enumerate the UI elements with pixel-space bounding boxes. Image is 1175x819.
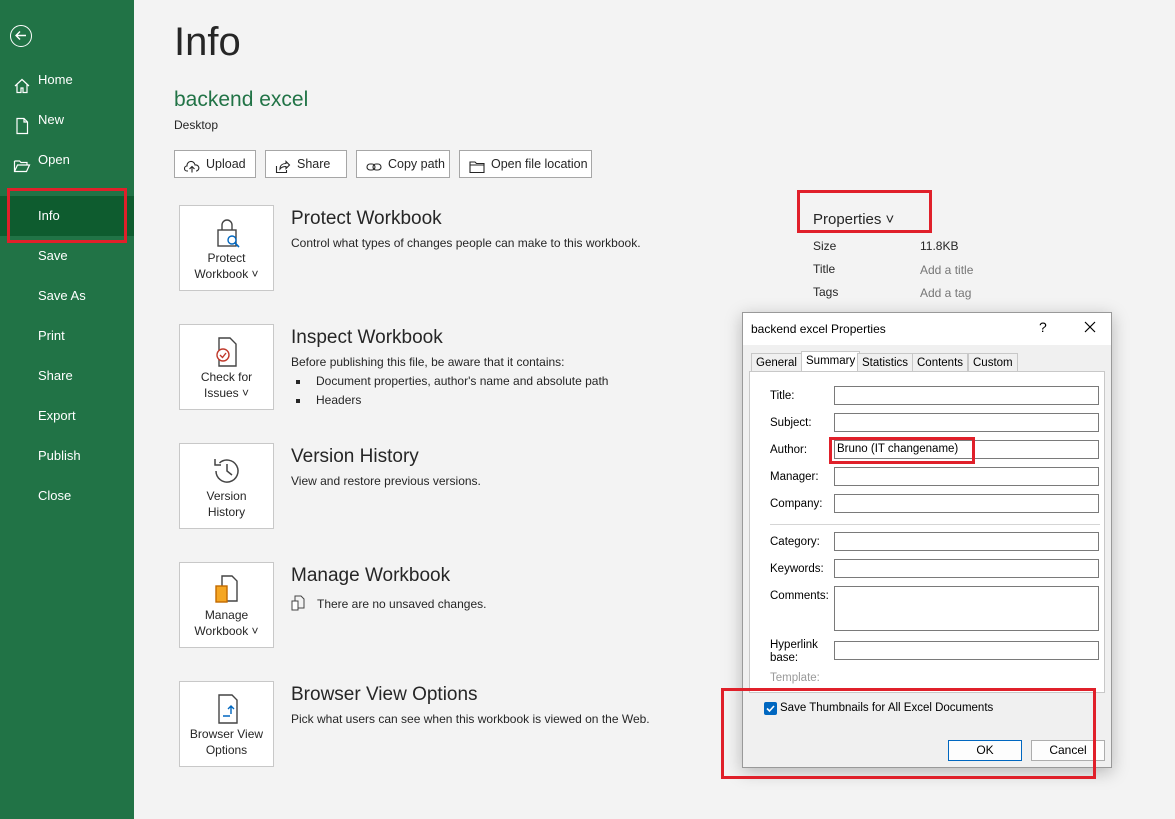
tab-custom[interactable]: Custom — [968, 353, 1018, 371]
file-location: Desktop — [174, 118, 219, 132]
back-arrow-icon[interactable] — [10, 25, 32, 47]
sidebar-item-print[interactable]: Print — [0, 316, 134, 356]
sidebar-item-home[interactable]: Home — [0, 60, 134, 100]
sidebar-item-save-as[interactable]: Save As — [0, 276, 134, 316]
close-icon[interactable] — [1081, 318, 1099, 336]
annotation-box-properties — [797, 190, 932, 233]
manage-workbook-tile[interactable]: Manage Workbook ˅ — [179, 562, 274, 648]
version-history-tile[interactable]: Version History — [179, 443, 274, 529]
field-label: Subject: — [770, 417, 812, 429]
home-icon — [13, 71, 31, 94]
lock-icon — [210, 216, 244, 250]
company-field[interactable] — [834, 494, 1099, 513]
sidebar-item-export[interactable]: Export — [0, 396, 134, 436]
section-description: Before publishing this file, be aware th… — [291, 355, 565, 369]
property-label: Size — [813, 239, 837, 253]
title-field[interactable] — [834, 386, 1099, 405]
subject-field[interactable] — [834, 413, 1099, 432]
field-label: Hyperlink base: — [770, 639, 818, 664]
section-title: Inspect Workbook — [291, 327, 443, 348]
summary-panel: Title: Subject: Author: Bruno (IT change… — [749, 371, 1105, 693]
backstage-sidebar: Home New Open Info Save Save As Print Sh… — [0, 0, 134, 819]
help-button[interactable]: ? — [1039, 319, 1047, 335]
tab-general[interactable]: General — [751, 353, 802, 371]
sidebar-item-label: Close — [38, 488, 72, 503]
property-value: 11.8KB — [920, 239, 959, 253]
title-property-field[interactable]: Add a title — [920, 263, 973, 277]
field-label: Comments: — [770, 590, 829, 602]
inspect-document-icon — [210, 335, 244, 369]
sidebar-item-label: Share — [38, 368, 73, 383]
section-description: There are no unsaved changes. — [317, 597, 487, 611]
section-title: Manage Workbook — [291, 565, 451, 586]
dialog-title: backend excel Properties — [751, 322, 886, 336]
sidebar-item-publish[interactable]: Publish — [0, 436, 134, 476]
field-label: Category: — [770, 536, 820, 548]
section-title: Version History — [291, 446, 419, 467]
annotation-box-info — [7, 188, 127, 243]
section-title: Protect Workbook — [291, 208, 442, 229]
section-description: Control what types of changes people can… — [291, 236, 641, 250]
template-label: Template: — [770, 672, 820, 684]
sidebar-item-label: Home — [38, 72, 73, 87]
link-icon — [366, 157, 382, 183]
folder-icon — [469, 157, 485, 183]
tags-property-field[interactable]: Add a tag — [920, 286, 971, 300]
sidebar-item-label: Print — [38, 328, 65, 343]
property-label: Tags — [813, 285, 839, 299]
sidebar-item-label: New — [38, 112, 65, 127]
cloud-upload-icon — [183, 157, 200, 183]
file-name: backend excel — [174, 88, 309, 111]
property-label: Title — [813, 262, 836, 276]
divider — [770, 524, 1100, 525]
open-folder-icon — [13, 151, 31, 173]
open-file-location-button[interactable]: Open file location — [459, 150, 592, 178]
tab-contents[interactable]: Contents — [912, 353, 969, 371]
category-field[interactable] — [834, 532, 1099, 551]
page-title: Info — [174, 20, 241, 64]
annotation-box-author — [829, 437, 975, 464]
copy-path-button[interactable]: Copy path — [356, 150, 450, 178]
hyperlink-base-field[interactable] — [834, 641, 1099, 660]
new-document-icon — [13, 111, 31, 135]
sidebar-item-label: Publish — [38, 448, 81, 463]
check-for-issues-tile[interactable]: Check for Issues ˅ — [179, 324, 274, 410]
clock-history-icon — [210, 454, 244, 488]
sidebar-item-share[interactable]: Share — [0, 356, 134, 396]
manage-document-icon — [210, 573, 244, 607]
browser-view-icon — [210, 692, 244, 726]
upload-button[interactable]: Upload — [174, 150, 256, 178]
comments-field[interactable] — [834, 586, 1099, 631]
sidebar-item-label: Save As — [38, 288, 86, 303]
section-description: View and restore previous versions. — [291, 474, 481, 488]
field-label: Keywords: — [770, 563, 824, 575]
field-label: Title: — [770, 390, 795, 402]
manager-field[interactable] — [834, 467, 1099, 486]
tab-summary[interactable]: Summary — [801, 351, 861, 372]
unsaved-changes-icon — [291, 595, 305, 616]
keywords-field[interactable] — [834, 559, 1099, 578]
annotation-box-thumbnails — [721, 688, 1096, 779]
dialog-titlebar: backend excel Properties ? — [743, 313, 1111, 345]
field-label: Manager: — [770, 471, 819, 483]
protect-workbook-tile[interactable]: Protect Workbook ˅ — [179, 205, 274, 291]
sidebar-item-label: Open — [38, 152, 70, 167]
tab-statistics[interactable]: Statistics — [857, 353, 914, 371]
field-label: Company: — [770, 498, 823, 510]
sidebar-item-new[interactable]: New — [0, 100, 134, 140]
section-title: Browser View Options — [291, 684, 478, 705]
sidebar-item-open[interactable]: Open — [0, 140, 134, 180]
sidebar-item-label: Export — [38, 408, 76, 423]
browser-view-options-tile[interactable]: Browser View Options — [179, 681, 274, 767]
share-button[interactable]: Share — [265, 150, 347, 178]
section-description: Pick what users can see when this workbo… — [291, 712, 650, 726]
sidebar-item-close[interactable]: Close — [0, 476, 134, 516]
share-icon — [275, 157, 291, 183]
field-label: Author: — [770, 444, 808, 456]
